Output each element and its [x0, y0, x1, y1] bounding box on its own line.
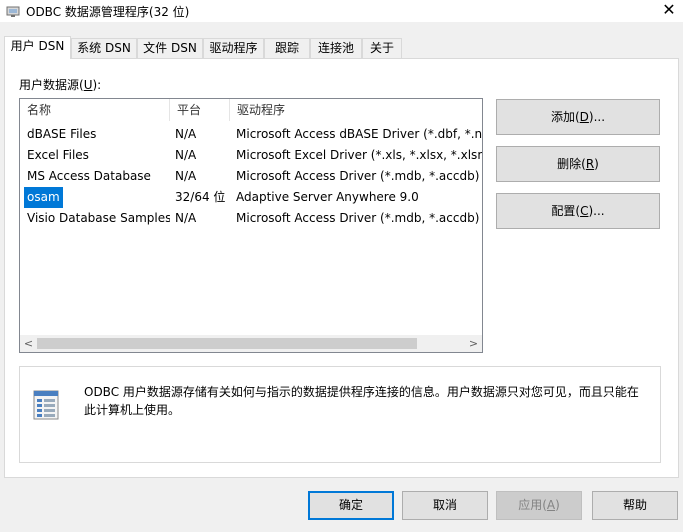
table-row[interactable]: Visio Database Samples N/A Microsoft Acc…	[20, 208, 482, 229]
row-driver: Adaptive Server Anywhere 9.0	[236, 190, 419, 204]
row-driver: Microsoft Access Driver (*.mdb, *.accdb)	[236, 211, 480, 225]
tab-file-dsn[interactable]: 文件 DSN	[137, 38, 203, 58]
row-platform: N/A	[175, 127, 197, 141]
scroll-left-arrow-icon[interactable]: <	[20, 335, 37, 352]
row-platform: N/A	[175, 169, 197, 183]
info-description: ODBC 用户数据源存储有关如何与指示的数据提供程序连接的信息。用户数据源只对您…	[84, 385, 639, 417]
title-bar: ODBC 数据源管理程序(32 位) ✕	[0, 0, 683, 22]
add-button[interactable]: 添加(D)...	[496, 99, 660, 135]
row-name: dBASE Files	[27, 127, 97, 141]
remove-button[interactable]: 删除(R)	[496, 146, 660, 182]
ok-button[interactable]: 确定	[308, 491, 394, 520]
odbc-app-icon	[6, 4, 20, 18]
row-name: osam	[24, 187, 63, 208]
list-header: 名称 平台 驱动程序	[20, 99, 482, 121]
tab-about[interactable]: 关于	[362, 38, 402, 58]
cancel-button[interactable]: 取消	[402, 491, 488, 520]
table-row[interactable]: MS Access Database N/A Microsoft Access …	[20, 166, 482, 187]
scroll-right-arrow-icon[interactable]: >	[465, 335, 482, 352]
user-data-sources-label: 用户数据源(U):	[19, 78, 102, 92]
close-button[interactable]: ✕	[655, 0, 683, 22]
configure-button[interactable]: 配置(C)...	[496, 193, 660, 229]
row-platform: N/A	[175, 148, 197, 162]
row-name: Excel Files	[27, 148, 89, 162]
column-header-driver[interactable]: 驱动程序	[230, 99, 482, 121]
user-dsn-list[interactable]: 名称 平台 驱动程序 dBASE Files N/A Microsoft Acc…	[19, 98, 483, 353]
row-driver: Microsoft Access Driver (*.mdb, *.accdb)	[236, 169, 480, 183]
row-driver: Microsoft Excel Driver (*.xls, *.xlsx, *…	[236, 148, 482, 162]
table-row[interactable]: Excel Files N/A Microsoft Excel Driver (…	[20, 145, 482, 166]
data-source-icon	[32, 389, 62, 421]
tab-drivers[interactable]: 驱动程序	[203, 38, 264, 58]
apply-button[interactable]: 应用(A)	[496, 491, 582, 520]
scroll-thumb[interactable]	[37, 338, 417, 349]
row-platform: N/A	[175, 211, 197, 225]
column-header-platform[interactable]: 平台	[170, 99, 230, 121]
tab-user-dsn[interactable]: 用户 DSN	[4, 36, 71, 59]
table-row-selected[interactable]: osam 32/64 位 Adaptive Server Anywhere 9.…	[20, 187, 482, 208]
horizontal-scrollbar[interactable]: < >	[20, 335, 482, 352]
row-name: Visio Database Samples	[27, 211, 170, 225]
row-name: MS Access Database	[27, 169, 151, 183]
column-header-name[interactable]: 名称	[20, 99, 170, 121]
tab-tracing[interactable]: 跟踪	[264, 38, 310, 58]
tab-connection-pooling[interactable]: 连接池	[310, 38, 362, 58]
row-driver: Microsoft Access dBASE Driver (*.dbf, *.…	[236, 127, 482, 141]
row-platform: 32/64 位	[175, 190, 226, 204]
info-box: ODBC 用户数据源存储有关如何与指示的数据提供程序连接的信息。用户数据源只对您…	[19, 366, 661, 463]
tab-system-dsn[interactable]: 系统 DSN	[71, 38, 137, 58]
help-button[interactable]: 帮助	[592, 491, 678, 520]
table-row[interactable]: dBASE Files N/A Microsoft Access dBASE D…	[20, 124, 482, 145]
window-title: ODBC 数据源管理程序(32 位)	[26, 5, 190, 19]
